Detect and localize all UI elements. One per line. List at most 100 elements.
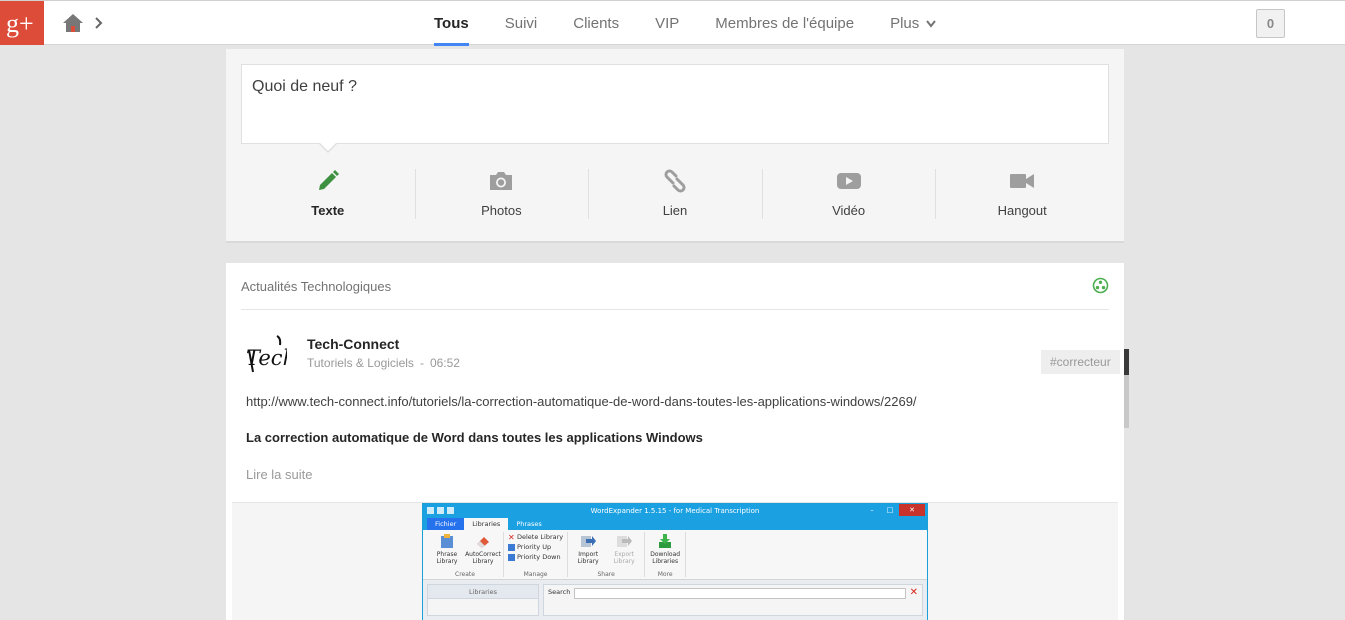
stream-filter-tabs: Tous Suivi Clients VIP Membres de l'équi… bbox=[416, 1, 954, 46]
top-navigation-bar: g+ Tous Suivi Clients VIP Membres de l'é… bbox=[0, 0, 1345, 46]
ribbon-tab-libraries: Libraries bbox=[464, 518, 509, 530]
notification-count: 0 bbox=[1266, 16, 1275, 31]
import-icon bbox=[581, 536, 597, 547]
video-play-icon bbox=[836, 173, 861, 189]
tab-label: VIP bbox=[655, 15, 680, 32]
link-icon bbox=[664, 169, 686, 193]
circles-icon[interactable] bbox=[1092, 277, 1109, 294]
minimize-icon: – bbox=[870, 506, 874, 514]
ribbon-item-label: Delete Library bbox=[517, 533, 564, 541]
ribbon-group-name: Create bbox=[455, 571, 475, 578]
app-ribbon: Phrase Library AutoCorrect Library Creat… bbox=[423, 530, 927, 580]
author-name[interactable]: Tech-Connect bbox=[307, 336, 399, 352]
share-actions: Texte Photos Lien Vidéo Hangout bbox=[241, 169, 1109, 219]
close-icon: ✕ bbox=[899, 504, 925, 516]
library-icon bbox=[441, 534, 453, 548]
share-action-hangout[interactable]: Hangout bbox=[935, 169, 1109, 219]
tab-vip[interactable]: VIP bbox=[637, 1, 697, 46]
ribbon-button-label: Import Library bbox=[577, 551, 599, 565]
post-link[interactable]: http://www.tech-connect.info/tutoriels/l… bbox=[246, 394, 917, 409]
share-action-text[interactable]: Texte bbox=[241, 169, 415, 219]
post-time[interactable]: 06:52 bbox=[430, 356, 460, 370]
home-icon[interactable] bbox=[62, 13, 84, 33]
post-card: Actualités Technologiques Tech Tech-Conn… bbox=[226, 263, 1124, 620]
post-image-container[interactable]: WordExpander 1.5.15 - for Medical Transc… bbox=[232, 502, 1118, 620]
ribbon-group-share: Import Library Export Library Share bbox=[568, 532, 646, 578]
read-more-link[interactable]: Lire la suite bbox=[246, 467, 312, 482]
ribbon-tab-fichier: Fichier bbox=[427, 518, 465, 530]
scrollbar-thumb[interactable] bbox=[1124, 349, 1129, 428]
share-action-video[interactable]: Vidéo bbox=[761, 169, 936, 219]
google-plus-logo[interactable]: g+ bbox=[0, 1, 44, 45]
tab-plus[interactable]: Plus bbox=[872, 1, 954, 46]
camera-icon bbox=[490, 172, 513, 190]
svg-text:g+: g+ bbox=[6, 9, 34, 38]
tab-tous[interactable]: Tous bbox=[416, 1, 487, 46]
ribbon-button-label: Download Libraries bbox=[650, 551, 681, 565]
ribbon-tab-phrases: Phrases bbox=[516, 520, 542, 528]
share-action-photos[interactable]: Photos bbox=[414, 169, 589, 219]
share-action-label: Photos bbox=[481, 203, 522, 218]
eraser-icon bbox=[477, 537, 489, 548]
libraries-pane-title: Libraries bbox=[428, 585, 538, 599]
search-pane: Search ✕ bbox=[543, 584, 923, 616]
quick-access-icons bbox=[427, 507, 454, 514]
collection-header: Actualités Technologiques bbox=[241, 263, 1109, 310]
ribbon-button-label: AutoCorrect Library bbox=[465, 551, 501, 565]
ribbon-button-label: Phrase Library bbox=[436, 551, 458, 565]
post-headline: La correction automatique de Word dans t… bbox=[246, 430, 703, 445]
ribbon-group-manage: ✕ Delete Library Priority Up Priority Dow… bbox=[504, 532, 569, 578]
ribbon-group-create: Phrase Library AutoCorrect Library Creat… bbox=[427, 532, 504, 578]
notification-counter-button[interactable]: 0 bbox=[1256, 9, 1285, 38]
delete-icon: ✕ bbox=[508, 532, 515, 542]
app-title-bar: WordExpander 1.5.15 - for Medical Transc… bbox=[423, 504, 927, 518]
share-placeholder: Quoi de neuf ? bbox=[252, 78, 357, 95]
search-box bbox=[574, 588, 906, 599]
hashtag-badge[interactable]: #correcteur bbox=[1041, 350, 1120, 374]
ribbon-group-name: Manage bbox=[523, 571, 548, 578]
share-input[interactable]: Quoi de neuf ? bbox=[241, 64, 1109, 144]
tab-membres-equipe[interactable]: Membres de l'équipe bbox=[697, 1, 872, 46]
share-action-label: Texte bbox=[311, 203, 345, 218]
share-action-link[interactable]: Lien bbox=[588, 169, 762, 219]
app-window-title: WordExpander 1.5.15 - for Medical Transc… bbox=[590, 507, 760, 515]
share-input-pointer bbox=[318, 142, 338, 153]
pencil-icon bbox=[318, 170, 339, 190]
ribbon-item-label: Priority Up bbox=[517, 543, 552, 551]
tab-label: Tous bbox=[434, 15, 469, 32]
tab-label: Suivi bbox=[504, 15, 538, 32]
share-action-label: Lien bbox=[662, 203, 688, 218]
ribbon-item-label: Priority Down bbox=[517, 553, 561, 561]
tab-label: Membres de l'équipe bbox=[715, 15, 855, 32]
export-icon bbox=[617, 536, 633, 547]
app-ribbon-tabs: Fichier Libraries Phrases bbox=[423, 518, 927, 530]
arrow-down-icon bbox=[508, 553, 515, 561]
post-category[interactable]: Tutoriels & Logiciels bbox=[307, 356, 414, 370]
author-avatar[interactable]: Tech bbox=[245, 332, 287, 374]
tab-clients[interactable]: Clients bbox=[555, 1, 637, 46]
post-meta: Tutoriels & Logiciels -06:52 bbox=[307, 356, 460, 370]
meta-separator: - bbox=[419, 356, 424, 370]
arrow-up-icon bbox=[508, 543, 515, 551]
search-label: Search bbox=[548, 588, 571, 596]
ribbon-group-more: Download Libraries More bbox=[645, 532, 687, 578]
ribbon-button-label: Export Library bbox=[613, 551, 635, 565]
share-box: Quoi de neuf ? Texte Photos Lien Vidéo H… bbox=[226, 49, 1124, 243]
ribbon-group-name: More bbox=[657, 571, 673, 578]
clear-search-icon: ✕ bbox=[909, 587, 918, 598]
video-camera-icon bbox=[1010, 174, 1035, 188]
collection-title[interactable]: Actualités Technologiques bbox=[241, 279, 391, 294]
tab-label: Plus bbox=[890, 15, 920, 32]
delete-library-item: ✕ Delete Library bbox=[508, 533, 563, 541]
download-icon bbox=[659, 534, 672, 548]
tab-suivi[interactable]: Suivi bbox=[487, 1, 556, 46]
chevron-down-icon bbox=[926, 19, 937, 28]
embedded-app-screenshot: WordExpander 1.5.15 - for Medical Transc… bbox=[422, 503, 928, 620]
window-controls: – □ ✕ bbox=[863, 504, 925, 516]
ribbon-group-name: Share bbox=[597, 571, 615, 578]
share-action-label: Vidéo bbox=[832, 203, 866, 218]
share-action-label: Hangout bbox=[997, 203, 1047, 218]
priority-up-item: Priority Up bbox=[508, 543, 563, 551]
tab-label: Clients bbox=[573, 15, 620, 32]
chevron-right-icon[interactable] bbox=[94, 17, 104, 29]
